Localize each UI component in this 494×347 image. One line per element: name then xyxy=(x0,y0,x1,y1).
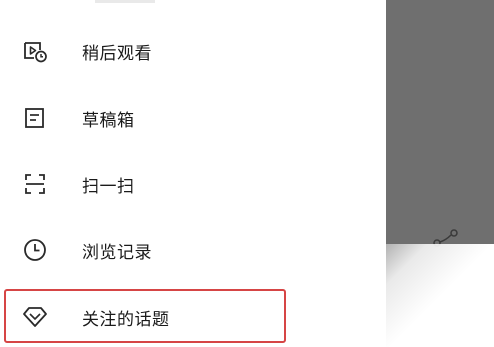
menu-item-label: 浏览记录 xyxy=(82,242,152,263)
menu-item-label: 草稿箱 xyxy=(82,110,135,131)
drafts-icon xyxy=(21,104,49,132)
menu-item-label: 扫一扫 xyxy=(82,176,135,197)
history-clock-icon xyxy=(21,236,49,264)
menu-item-scan[interactable]: 扫一扫 xyxy=(0,151,386,217)
menu-item-watch-later[interactable]: 稍后观看 xyxy=(0,18,386,84)
watch-later-icon xyxy=(21,37,49,65)
partial-top-item xyxy=(95,0,155,3)
menu-item-history[interactable]: 浏览记录 xyxy=(0,217,386,283)
highlight-annotation-box xyxy=(4,289,286,343)
bottom-right-fade xyxy=(336,244,494,347)
menu-item-label: 稍后观看 xyxy=(82,43,152,64)
scan-icon xyxy=(21,170,49,198)
side-drawer: 稍后观看 草稿箱 扫一扫 浏览记录 关注的话题 xyxy=(0,0,386,347)
app-screen: 稍后观看 草稿箱 扫一扫 浏览记录 关注的话题 xyxy=(0,0,494,347)
menu-item-drafts[interactable]: 草稿箱 xyxy=(0,85,386,151)
